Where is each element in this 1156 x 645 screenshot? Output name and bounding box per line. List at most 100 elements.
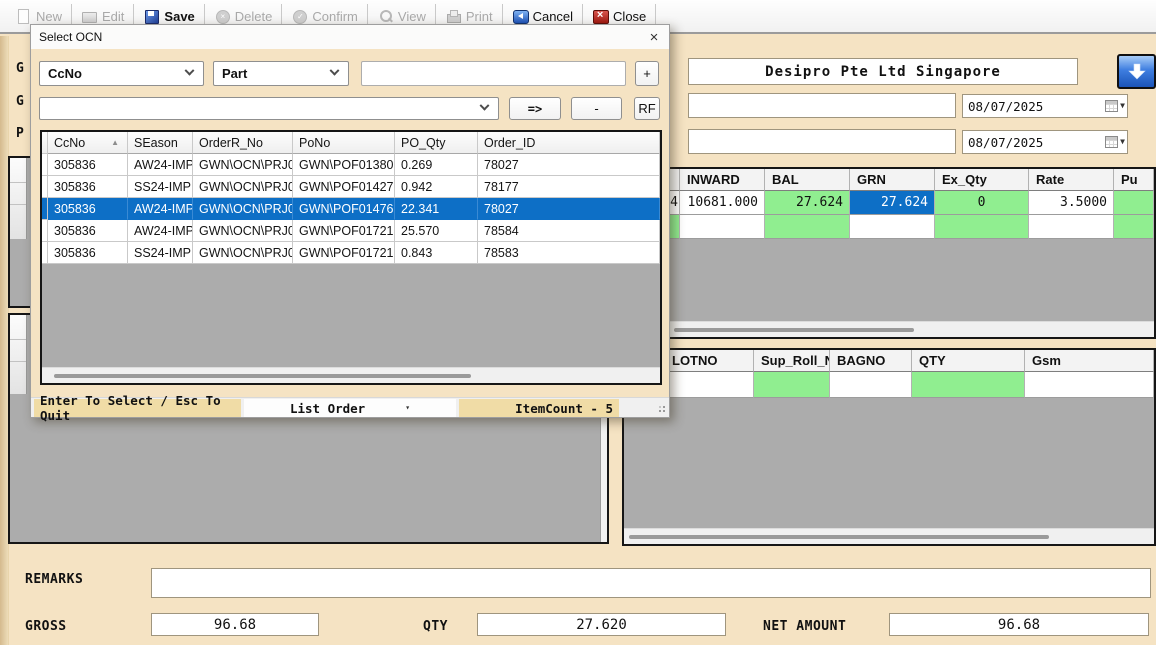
field-selector-combobox[interactable]: CcNo [39,61,204,86]
qty-field[interactable]: 27.620 [477,613,726,636]
grid-cell[interactable] [1114,191,1154,215]
refresh-button[interactable]: RF [634,97,660,120]
grid-cell[interactable] [1025,372,1154,398]
column-header-pono[interactable]: PoNo [293,132,395,154]
table-cell[interactable]: GWN\OCN\PRJ00... [193,198,293,220]
table-cell[interactable]: AW24-IMP... [128,220,193,242]
grid-column-header-sup_roll_n[interactable]: Sup_Roll_N [754,350,830,372]
table-cell[interactable]: 0.269 [395,154,478,176]
grid-cell[interactable] [830,372,912,398]
column-header-season[interactable]: SEason [128,132,193,154]
scrollbar-thumb[interactable] [674,328,914,332]
table-cell[interactable]: GWN\OCN\PRJ00... [193,220,293,242]
table-cell[interactable]: GWN\POF01721 [293,242,395,264]
add-filter-button[interactable]: + [635,61,659,86]
scrollbar-thumb[interactable] [629,535,1049,539]
table-cell[interactable]: 78583 [478,242,660,264]
table-cell[interactable]: 78177 [478,176,660,198]
table-cell[interactable]: GWN\POF01721 [293,220,395,242]
table-cell[interactable]: GWN\POF01476 [293,198,395,220]
date-1-picker-button[interactable]: ▼ [1105,100,1127,112]
table-cell[interactable]: 22.341 [395,198,478,220]
grid-column-header-grn[interactable]: GRN [850,169,935,191]
grid-cell[interactable]: 27.624 [765,191,850,215]
grid-column-header-rate[interactable]: Rate [1029,169,1114,191]
grid-cell[interactable]: 10681.000 [680,191,765,215]
grid-cell[interactable] [754,372,830,398]
left-lower-grid-scrollbar[interactable] [10,315,27,394]
table-cell[interactable]: SS24-IMP ... [128,242,193,264]
grid-column-header-pu[interactable]: Pu [1114,169,1154,191]
date-field-2[interactable]: 08/07/2025 ▼ [962,130,1128,154]
grid-cell[interactable] [1029,215,1114,239]
grid-cell[interactable] [912,372,1025,398]
grid-cell[interactable]: 4 [669,191,680,215]
table-row[interactable]: 305836AW24-IMP...GWN\OCN\PRJ00...GWN\POF… [42,198,660,220]
column-header-orderr_no[interactable]: OrderR_No [193,132,293,154]
grid-cell[interactable]: 0 [935,191,1029,215]
table-cell[interactable]: 25.570 [395,220,478,242]
table-cell[interactable]: 305836 [48,242,128,264]
dialog-close-icon[interactable]: × [639,25,669,49]
table-cell[interactable]: SS24-IMP ... [128,176,193,198]
table-cell[interactable]: 0.843 [395,242,478,264]
gross-field[interactable]: 96.68 [151,613,319,636]
table-row[interactable]: 305836AW24-IMP...GWN\OCN\PRJ00...GWN\POF… [42,220,660,242]
scrollbar-thumb[interactable] [54,374,471,378]
table-cell[interactable]: 305836 [48,176,128,198]
grid-column-header-ex_qty[interactable]: Ex_Qty [935,169,1029,191]
list-order-combobox[interactable]: List Order ▾ [244,399,456,417]
table-horizontal-scrollbar[interactable] [42,367,660,383]
search-input[interactable] [361,61,626,86]
grid-cell[interactable] [680,215,765,239]
grid-cell[interactable] [765,215,850,239]
table-cell[interactable]: GWN\POF01427 [293,176,395,198]
table-cell[interactable]: GWN\OCN\PRJ00... [193,154,293,176]
apply-filter-button[interactable]: => [509,97,561,120]
table-cell[interactable]: 305836 [48,154,128,176]
column-header-order_id[interactable]: Order_ID [478,132,660,154]
column-header-ccno[interactable]: CcNo▲ [48,132,128,154]
remove-filter-button[interactable]: - [571,97,622,120]
dialog-titlebar[interactable]: Select OCN × [31,25,669,49]
net-amount-field[interactable]: 96.68 [889,613,1149,636]
table-cell[interactable]: AW24-IMP... [128,154,193,176]
grid-cell[interactable] [1114,215,1154,239]
table-cell[interactable]: GWN\OCN\PRJ00... [193,242,293,264]
table-cell[interactable]: AW24-IMP... [128,198,193,220]
left-upper-grid-scrollbar[interactable] [10,158,27,239]
table-row[interactable]: 305836SS24-IMP ...GWN\OCN\PRJ00...GWN\PO… [42,176,660,198]
grid-horizontal-scrollbar[interactable] [624,528,1154,544]
grid-column-header-qty[interactable]: QTY [912,350,1025,372]
table-cell[interactable]: 305836 [48,220,128,242]
grid-column-header-inward[interactable]: INWARD [680,169,765,191]
grid-cell[interactable] [669,215,680,239]
filter-value-combobox[interactable] [39,97,499,120]
reference-field-2[interactable] [688,129,956,154]
grid-horizontal-scrollbar[interactable] [624,321,1154,337]
table-cell[interactable]: 78027 [478,154,660,176]
grid-column-header-bagno[interactable]: BAGNO [830,350,912,372]
reference-field-1[interactable] [688,93,956,118]
grid-cell[interactable] [935,215,1029,239]
table-cell[interactable]: 305836 [48,198,128,220]
remarks-field[interactable] [151,568,1151,598]
table-row[interactable]: 305836AW24-IMP...GWN\OCN\PRJ00...GWN\POF… [42,154,660,176]
download-arrow-button[interactable] [1117,54,1156,89]
grid-column-header-gsm[interactable]: Gsm [1025,350,1154,372]
grid-cell[interactable]: 27.624 [850,191,935,215]
table-cell[interactable]: 78584 [478,220,660,242]
grid-column-header-bal[interactable]: BAL [765,169,850,191]
date-2-picker-button[interactable]: ▼ [1105,136,1127,148]
column-header-po_qty[interactable]: PO_Qty [395,132,478,154]
table-cell[interactable]: 0.942 [395,176,478,198]
grid-cell[interactable]: 3.5000 [1029,191,1114,215]
resize-grip[interactable] [656,403,666,413]
date-field-1[interactable]: 08/07/2025 ▼ [962,94,1128,118]
company-field[interactable]: Desipro Pte Ltd Singapore [688,58,1078,85]
part-selector-combobox[interactable]: Part [213,61,349,86]
grid-cell[interactable] [850,215,935,239]
table-row[interactable]: 305836SS24-IMP ...GWN\OCN\PRJ00...GWN\PO… [42,242,660,264]
table-cell[interactable]: GWN\OCN\PRJ00... [193,176,293,198]
table-cell[interactable]: GWN\POF01380 [293,154,395,176]
